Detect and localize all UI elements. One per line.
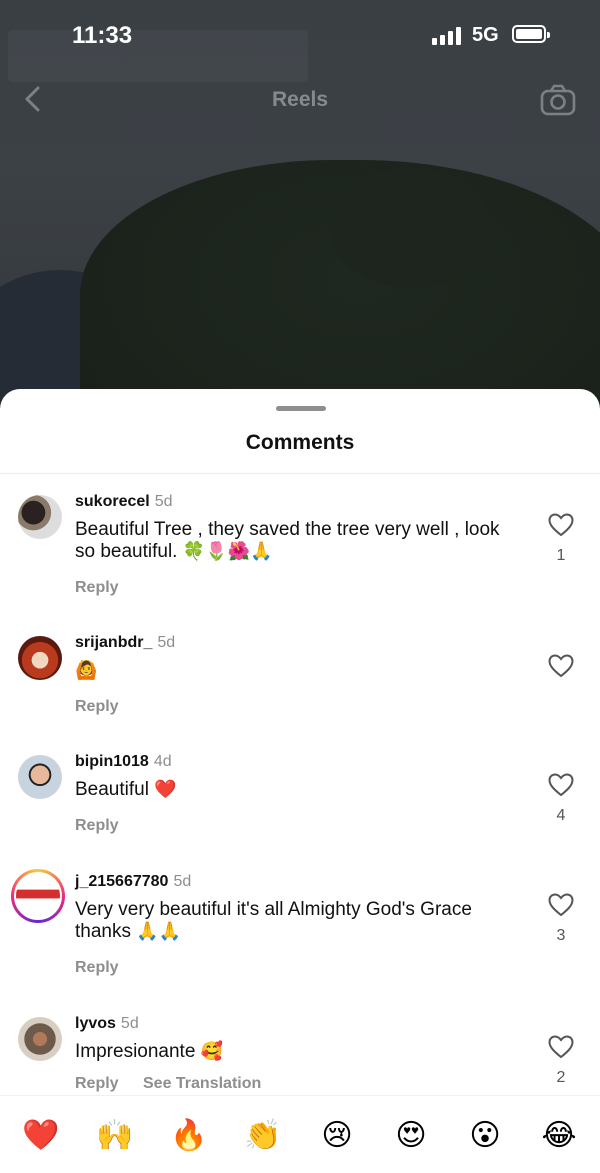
comment-username[interactable]: bipin1018 [75,753,149,770]
comment-emoji: 🙏🙏 [136,921,182,942]
avatar-with-story-ring[interactable] [11,869,65,923]
network-label: 5G [472,24,499,46]
comment-age: 5d [157,634,176,651]
reply-button[interactable]: Reply [75,698,119,716]
like-count: 4 [556,807,566,824]
comment-emoji: 🥰 [200,1041,224,1062]
heart-icon[interactable] [548,1035,574,1059]
reels-header: Reels [0,76,600,126]
signal-icon [432,27,464,45]
comment-text: Beautiful Tree , they saved the tree ver… [75,519,515,563]
like-count: 1 [556,547,566,564]
tree-crown-shape [330,168,490,288]
status-time: 11:33 [72,22,133,49]
comment-username[interactable]: lyvos [75,1015,116,1032]
like-count: 2 [556,1069,566,1086]
heart-icon[interactable] [548,513,574,537]
comment-emoji: 🍀🌷🌺🙏 [182,541,273,562]
reaction-crying-icon[interactable]: 😢 [317,1116,357,1156]
drag-handle[interactable] [276,406,326,411]
comment-age: 4d [153,753,172,770]
avatar[interactable] [18,495,62,539]
reaction-surprised-icon[interactable]: 😮 [465,1116,505,1156]
heart-icon[interactable] [548,893,574,917]
avatar[interactable] [18,636,62,680]
like-count: 3 [556,927,566,944]
comment-text: Impresionante 🥰 [75,1041,515,1063]
comment-age: 5d [154,493,173,510]
comment-username[interactable]: srijanbdr_ [75,634,152,651]
comment-body: Very very beautiful it's all Almighty Go… [75,899,472,942]
comment-emoji: ❤️ [154,779,177,800]
reply-button[interactable]: Reply [75,579,119,597]
camera-icon[interactable] [540,84,576,116]
reaction-clap-icon[interactable]: 👏 [243,1116,283,1156]
page-title: Reels [271,88,329,111]
reaction-laughing-icon[interactable]: 😂 [539,1116,579,1156]
avatar[interactable] [18,1017,62,1061]
reply-button[interactable]: Reply [75,959,119,977]
reaction-fire-icon[interactable]: 🔥 [169,1116,209,1156]
reaction-raised-hands-icon[interactable]: 🙌 [95,1116,135,1156]
comment-text: Very very beautiful it's all Almighty Go… [75,899,515,943]
comment-text: Beautiful ❤️ [75,779,515,801]
comment-text: 🙆 [75,660,515,682]
status-bar: 11:33 5G [0,0,600,70]
reaction-heart-icon[interactable]: ❤️ [21,1116,61,1156]
divider [0,473,600,474]
comment-username[interactable]: j_215667780 [75,873,168,890]
reply-button[interactable]: Reply [75,1075,119,1093]
sheet-title: Comments [245,431,355,454]
comment-age: 5d [120,1015,139,1032]
comment-body: Impresionante [75,1041,196,1062]
see-translation-button[interactable]: See Translation [143,1075,261,1093]
quick-reactions-bar: ❤️ 🙌 🔥 👏 😢 😍 😮 😂 [0,1095,600,1173]
reaction-heart-eyes-icon[interactable]: 😍 [391,1116,431,1156]
avatar[interactable] [18,755,62,799]
reply-button[interactable]: Reply [75,817,119,835]
comment-body: Beautiful [75,779,149,800]
comment-body: Beautiful Tree , they saved the tree ver… [75,519,500,562]
heart-icon[interactable] [548,654,574,678]
battery-icon [512,25,550,43]
comment-username[interactable]: sukorecel [75,493,150,510]
comment-emoji: 🙆 [75,660,98,681]
heart-icon[interactable] [548,773,574,797]
comments-sheet: Comments sukorecel 5d Beautiful Tree , th… [0,389,600,1172]
comment-age: 5d [173,873,192,890]
